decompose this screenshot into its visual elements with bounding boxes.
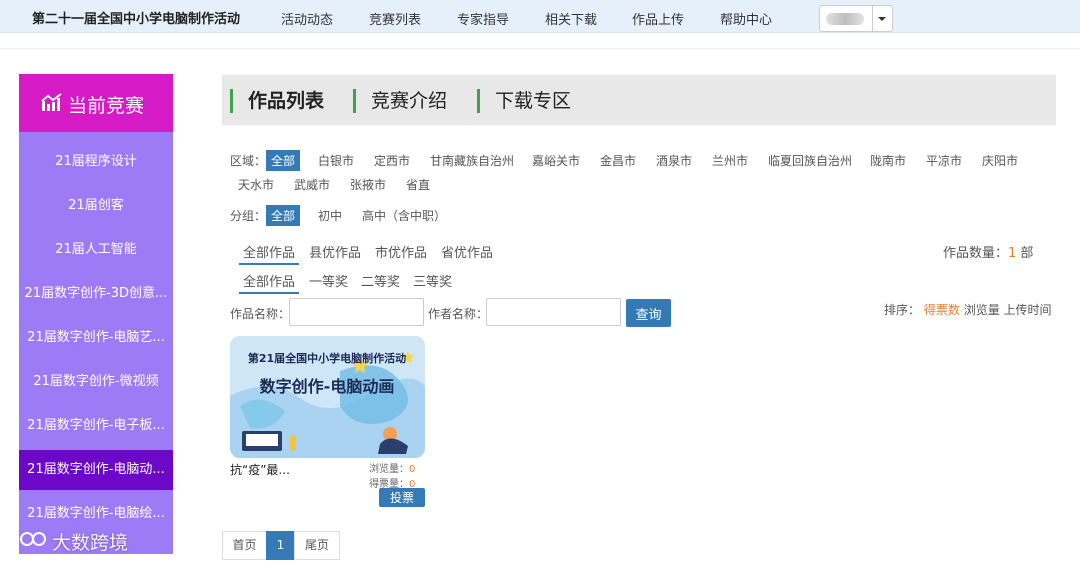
sidebar-item-programming[interactable]: 21届程序设计 (19, 143, 173, 181)
region-chip[interactable]: 陇南市 (870, 152, 906, 169)
vote-button[interactable]: 投票 (379, 488, 425, 507)
sidebar-item-ai[interactable]: 21届人工智能 (19, 231, 173, 269)
region-chip[interactable]: 定西市 (374, 152, 410, 169)
group-chip-junior[interactable]: 初中 (318, 207, 342, 224)
group-chip-senior[interactable]: 高中（含中职） (362, 207, 446, 224)
divider (872, 6, 873, 31)
group-filter-label: 分组： (230, 209, 267, 223)
tabs-bar: 作品列表 竞赛介绍 下载专区 (222, 75, 1056, 125)
tab-competition-intro[interactable]: 竞赛介绍 (353, 89, 447, 113)
user-menu-dropdown[interactable] (819, 5, 893, 32)
nav-expert-guidance[interactable]: 专家指导 (457, 9, 509, 28)
sort-label: 排序： (884, 303, 921, 317)
award-tab-all[interactable]: 全部作品 (239, 271, 300, 294)
sidebar-item-3d-creative[interactable]: 21届数字创作-3D创意... (19, 275, 173, 313)
region-chip[interactable]: 兰州市 (712, 152, 748, 169)
top-navbar: 第二十一届全国中小学电脑制作活动 活动动态 竞赛列表 专家指导 相关下载 作品上… (0, 0, 1080, 33)
nav-activity-news[interactable]: 活动动态 (281, 9, 333, 28)
region-chip[interactable]: 白银市 (318, 152, 354, 169)
tab-work-list[interactable]: 作品列表 (230, 89, 324, 113)
award-tab-third[interactable]: 三等奖 (413, 271, 452, 290)
work-name-input[interactable] (289, 298, 424, 326)
sidebar-header-label: 当前竞赛 (68, 95, 145, 117)
region-chip[interactable]: 天水市 (238, 176, 274, 193)
divider (0, 48, 1080, 49)
trend-chart-icon (41, 93, 62, 111)
region-chip[interactable]: 临夏回族自治州 (768, 152, 852, 169)
sort-options: 排序： 得票数 浏览量 上传时间 (884, 301, 1052, 318)
pagination-last[interactable]: 尾页 (294, 531, 340, 560)
region-chip[interactable]: 庆阳市 (982, 152, 1018, 169)
region-filter-label: 区域： (230, 154, 267, 168)
work-title[interactable]: 抗“疫”最... (230, 461, 290, 478)
region-chip[interactable]: 酒泉市 (656, 152, 692, 169)
award-tab-second[interactable]: 二等奖 (361, 271, 400, 290)
award-tab-first[interactable]: 一等奖 (309, 271, 348, 290)
work-name-label: 作品名称： (230, 307, 291, 321)
sidebar-item-micro-video[interactable]: 21届数字创作-微视频 (19, 363, 173, 401)
user-avatar (826, 13, 864, 25)
work-count: 作品数量：1 部 (943, 242, 1033, 261)
level-tab-province[interactable]: 省优作品 (441, 242, 493, 261)
work-banner-illustration: 第21届全国中小学电脑制作活动 数字创作-电脑动画 (230, 336, 425, 458)
sidebar-header: 当前竞赛 (19, 74, 173, 132)
work-count-label: 作品数量： (943, 246, 1009, 261)
nav-upload-work[interactable]: 作品上传 (632, 9, 684, 28)
group-chip-all[interactable]: 全部 (266, 205, 301, 226)
tab-download-zone[interactable]: 下载专区 (477, 89, 571, 113)
watermark-logo-icon (11, 532, 46, 550)
watermark-text: 大数跨境 (52, 532, 129, 554)
region-chip[interactable]: 平凉市 (926, 152, 962, 169)
author-name-input[interactable] (486, 298, 621, 326)
region-chip[interactable]: 嘉峪关市 (532, 152, 580, 169)
site-title[interactable]: 第二十一届全国中小学电脑制作活动 (32, 8, 240, 27)
level-tab-county[interactable]: 县优作品 (309, 242, 361, 261)
banner-title: 第21届全国中小学电脑制作活动 (248, 351, 406, 365)
work-thumbnail[interactable]: 第21届全国中小学电脑制作活动 数字创作-电脑动画 (230, 336, 425, 458)
views-label: 浏览量： (369, 464, 409, 475)
region-chip[interactable]: 武威市 (294, 176, 330, 193)
pagination-first[interactable]: 首页 (222, 531, 267, 560)
nav-help-center[interactable]: 帮助中心 (720, 9, 772, 28)
sidebar-item-computer-animation[interactable]: 21届数字创作-电脑动... (19, 450, 173, 490)
sort-by-votes[interactable]: 得票数 (924, 303, 960, 317)
level-tab-all[interactable]: 全部作品 (239, 242, 300, 265)
nav-downloads[interactable]: 相关下载 (545, 9, 597, 28)
sidebar: 当前竞赛 21届程序设计 21届创客 21届人工智能 21届数字创作-3D创意.… (19, 74, 173, 554)
region-chip-all[interactable]: 全部 (266, 150, 301, 171)
region-chip[interactable]: 甘南藏族自治州 (430, 152, 514, 169)
nav-competition-list[interactable]: 竞赛列表 (369, 9, 421, 28)
region-chip[interactable]: 张掖市 (350, 176, 386, 193)
work-count-unit: 部 (1016, 246, 1034, 261)
region-chip[interactable]: 金昌市 (600, 152, 636, 169)
sort-by-upload-time[interactable]: 上传时间 (1004, 303, 1052, 317)
views-value: 0 (409, 464, 416, 475)
sidebar-item-maker[interactable]: 21届创客 (19, 187, 173, 225)
level-tab-city[interactable]: 市优作品 (375, 242, 427, 261)
work-views: 浏览量：0 (369, 460, 415, 475)
sort-by-views[interactable]: 浏览量 (964, 303, 1000, 317)
sidebar-item-e-newspaper[interactable]: 21届数字创作-电子板... (19, 407, 173, 445)
caret-down-icon[interactable] (878, 17, 886, 21)
query-button[interactable]: 查询 (626, 299, 671, 327)
pagination-page-current[interactable]: 1 (266, 531, 295, 560)
banner-subtitle: 数字创作-电脑动画 (260, 377, 395, 396)
region-chip[interactable]: 省直 (406, 176, 430, 193)
author-name-label: 作者名称： (428, 307, 489, 321)
sidebar-item-computer-art[interactable]: 21届数字创作-电脑艺... (19, 319, 173, 357)
